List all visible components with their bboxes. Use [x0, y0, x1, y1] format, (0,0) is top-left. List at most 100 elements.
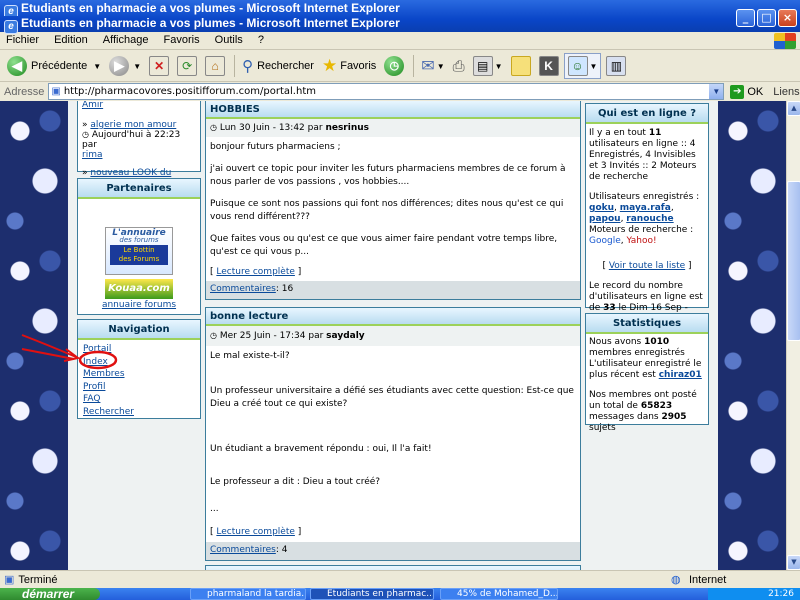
read-more-link[interactable]: Lecture complète — [216, 267, 295, 277]
status-zone: Internet — [689, 573, 727, 586]
chevron-down-icon[interactable]: ▼ — [93, 62, 101, 71]
search-button[interactable]: ⚲ Rechercher — [239, 53, 317, 79]
status-bar: ▣ Terminé ◍ Internet — [0, 570, 800, 588]
search-label: Rechercher — [257, 60, 314, 72]
taskbar-item[interactable]: 45% de Mohamed_D... — [440, 588, 558, 600]
read-more-link[interactable]: Lecture complète — [216, 527, 295, 537]
online-summary-prefix: Il y a en tout — [589, 128, 646, 138]
online-user[interactable]: papou — [589, 214, 621, 224]
notes-button[interactable] — [508, 53, 534, 79]
page-icon: ▣ — [51, 86, 61, 97]
menu-help[interactable]: ? — [252, 32, 270, 48]
minimize-button[interactable]: _ — [736, 9, 755, 27]
post-author[interactable]: saydaly — [326, 331, 365, 341]
messenger-button[interactable]: ☺ ▼ — [563, 53, 602, 79]
taskbar-item[interactable]: pharmaland la tardia... — [190, 588, 306, 600]
nav-profil[interactable]: Profil — [83, 381, 195, 394]
go-label: OK — [747, 85, 764, 98]
recent-item-author[interactable]: rima — [82, 150, 196, 160]
clock-icon: ◷ — [210, 331, 217, 340]
comments-link[interactable]: Commentaires — [210, 284, 276, 294]
bottin-banner[interactable]: Le Bottin des Forums — [110, 245, 168, 265]
online-user[interactable]: goku — [589, 203, 614, 213]
go-arrow-icon: ➔ — [730, 84, 745, 99]
edit-button[interactable]: ▤ ▼ — [470, 53, 506, 79]
post-paragraph: Un étudiant a bravement répondu : oui, I… — [210, 444, 432, 454]
post-date: Mer 25 Juin - 17:34 par — [219, 331, 324, 341]
bottin-line2: des Forums — [118, 255, 160, 263]
nav-portail[interactable]: Portail — [83, 343, 195, 356]
taskbar-item-active[interactable]: Etudiants en pharmac... — [310, 588, 434, 600]
stats-title: Statistiques — [586, 314, 708, 334]
recent-item: » nouveau LOOK du — [82, 168, 172, 178]
stats-box: Statistiques Nous avons 1010 membres enr… — [585, 313, 709, 433]
nav-faq[interactable]: FAQ — [83, 393, 195, 406]
menu-fichier[interactable]: Fichier — [0, 32, 45, 48]
globe-icon: ◍ — [671, 574, 681, 586]
recent-top-link[interactable]: Amir — [82, 101, 196, 110]
home-button[interactable]: ⌂ — [202, 53, 228, 79]
recent-topics-box: Amir » algerie mon amour ◷ Aujourd'hui à… — [77, 101, 201, 178]
scroll-thumb[interactable] — [787, 181, 800, 341]
navigation-title: Navigation — [78, 320, 200, 340]
back-button[interactable]: ◀ Précédente ▼ — [4, 53, 104, 79]
favorites-button[interactable]: ★ Favoris — [319, 53, 379, 79]
chevron-down-icon[interactable]: ▼ — [437, 62, 445, 71]
refresh-button[interactable]: ⟳ — [174, 53, 200, 79]
online-summary: Il y a en tout 11 utilisateurs en ligne … — [589, 128, 705, 183]
record-count: 33 — [603, 303, 616, 313]
chevron-down-icon[interactable]: ▼ — [590, 62, 598, 71]
posts-count: 65823 — [640, 401, 673, 411]
annuaire-forums-link[interactable]: annuaire forums — [78, 300, 200, 310]
menu-affichage[interactable]: Affichage — [97, 32, 155, 48]
mail-button[interactable]: ✉ ▼ — [418, 53, 447, 79]
members-count: 1010 — [644, 337, 670, 347]
links-button[interactable]: Liens — [773, 86, 799, 98]
close-button[interactable]: × — [778, 9, 797, 27]
post-paragraph: Que faites vous ou qu'est ce que vous ai… — [210, 234, 558, 257]
address-field[interactable]: ▣ ▼ — [48, 83, 725, 100]
mail-icon: ✉ — [421, 58, 435, 75]
recent-item-title[interactable]: algerie mon amour — [90, 120, 176, 130]
annuaire-banner[interactable]: L'annuaire des forums Le Bottin des Foru… — [105, 227, 173, 275]
decorative-background-right — [718, 101, 786, 570]
print-button[interactable]: ⎙ — [450, 53, 468, 79]
address-input[interactable] — [60, 86, 711, 97]
chevron-down-icon[interactable]: ▼ — [495, 62, 503, 71]
post-meta: ◷ Lun 30 Juin - 13:42 par nesrinus — [206, 119, 580, 137]
page-icon: ▣ — [4, 574, 15, 586]
recent-item-title[interactable]: nouveau LOOK du — [90, 168, 171, 178]
stop-button[interactable]: ✕ — [146, 53, 172, 79]
post-author[interactable]: nesrinus — [325, 123, 369, 133]
topics-count: 2905 — [661, 412, 687, 422]
menu-favoris[interactable]: Favoris — [158, 32, 206, 48]
online-body: Il y a en tout 11 utilisateurs en ligne … — [586, 124, 708, 329]
refresh-icon: ⟳ — [177, 56, 198, 76]
maximize-button[interactable]: □ — [757, 9, 776, 27]
comments-link[interactable]: Commentaires — [210, 545, 276, 555]
online-user[interactable]: ranouche — [626, 214, 673, 224]
post-body: ◷ Mer 25 Juin - 17:34 par saydaly Le mal… — [206, 326, 580, 539]
nav-index[interactable]: Index — [83, 356, 195, 369]
go-button[interactable]: ➔ OK — [730, 84, 764, 99]
chevron-down-icon[interactable]: ▼ — [133, 62, 141, 71]
nav-rechercher[interactable]: Rechercher — [83, 406, 195, 419]
forward-button[interactable]: ▶ ▼ — [106, 53, 144, 79]
see-list-link[interactable]: Voir toute la liste — [609, 261, 685, 271]
menu-edition[interactable]: Edition — [48, 32, 94, 48]
kouaa-banner[interactable]: Kouaa.com — [105, 279, 173, 299]
history-button[interactable]: ◷ — [381, 53, 407, 79]
toolbar-separator — [413, 55, 415, 77]
scroll-down-icon[interactable]: ▼ — [787, 555, 800, 570]
address-dropdown-icon[interactable]: ▼ — [709, 84, 724, 99]
vertical-scrollbar[interactable]: ▲ ▼ — [786, 101, 800, 570]
menu-outils[interactable]: Outils — [209, 32, 249, 48]
nav-membres[interactable]: Membres — [83, 368, 195, 381]
research-button[interactable]: ▥ — [603, 53, 629, 79]
online-user[interactable]: maya.rafa — [620, 203, 671, 213]
start-button[interactable]: démarrer — [0, 588, 100, 600]
last-user-link[interactable]: chiraz01 — [659, 370, 702, 380]
window-title-bar[interactable]: e Etudiants en pharmacie a vos plumes - M… — [0, 0, 800, 34]
k-button[interactable]: K — [536, 53, 562, 79]
scroll-up-icon[interactable]: ▲ — [787, 101, 800, 116]
